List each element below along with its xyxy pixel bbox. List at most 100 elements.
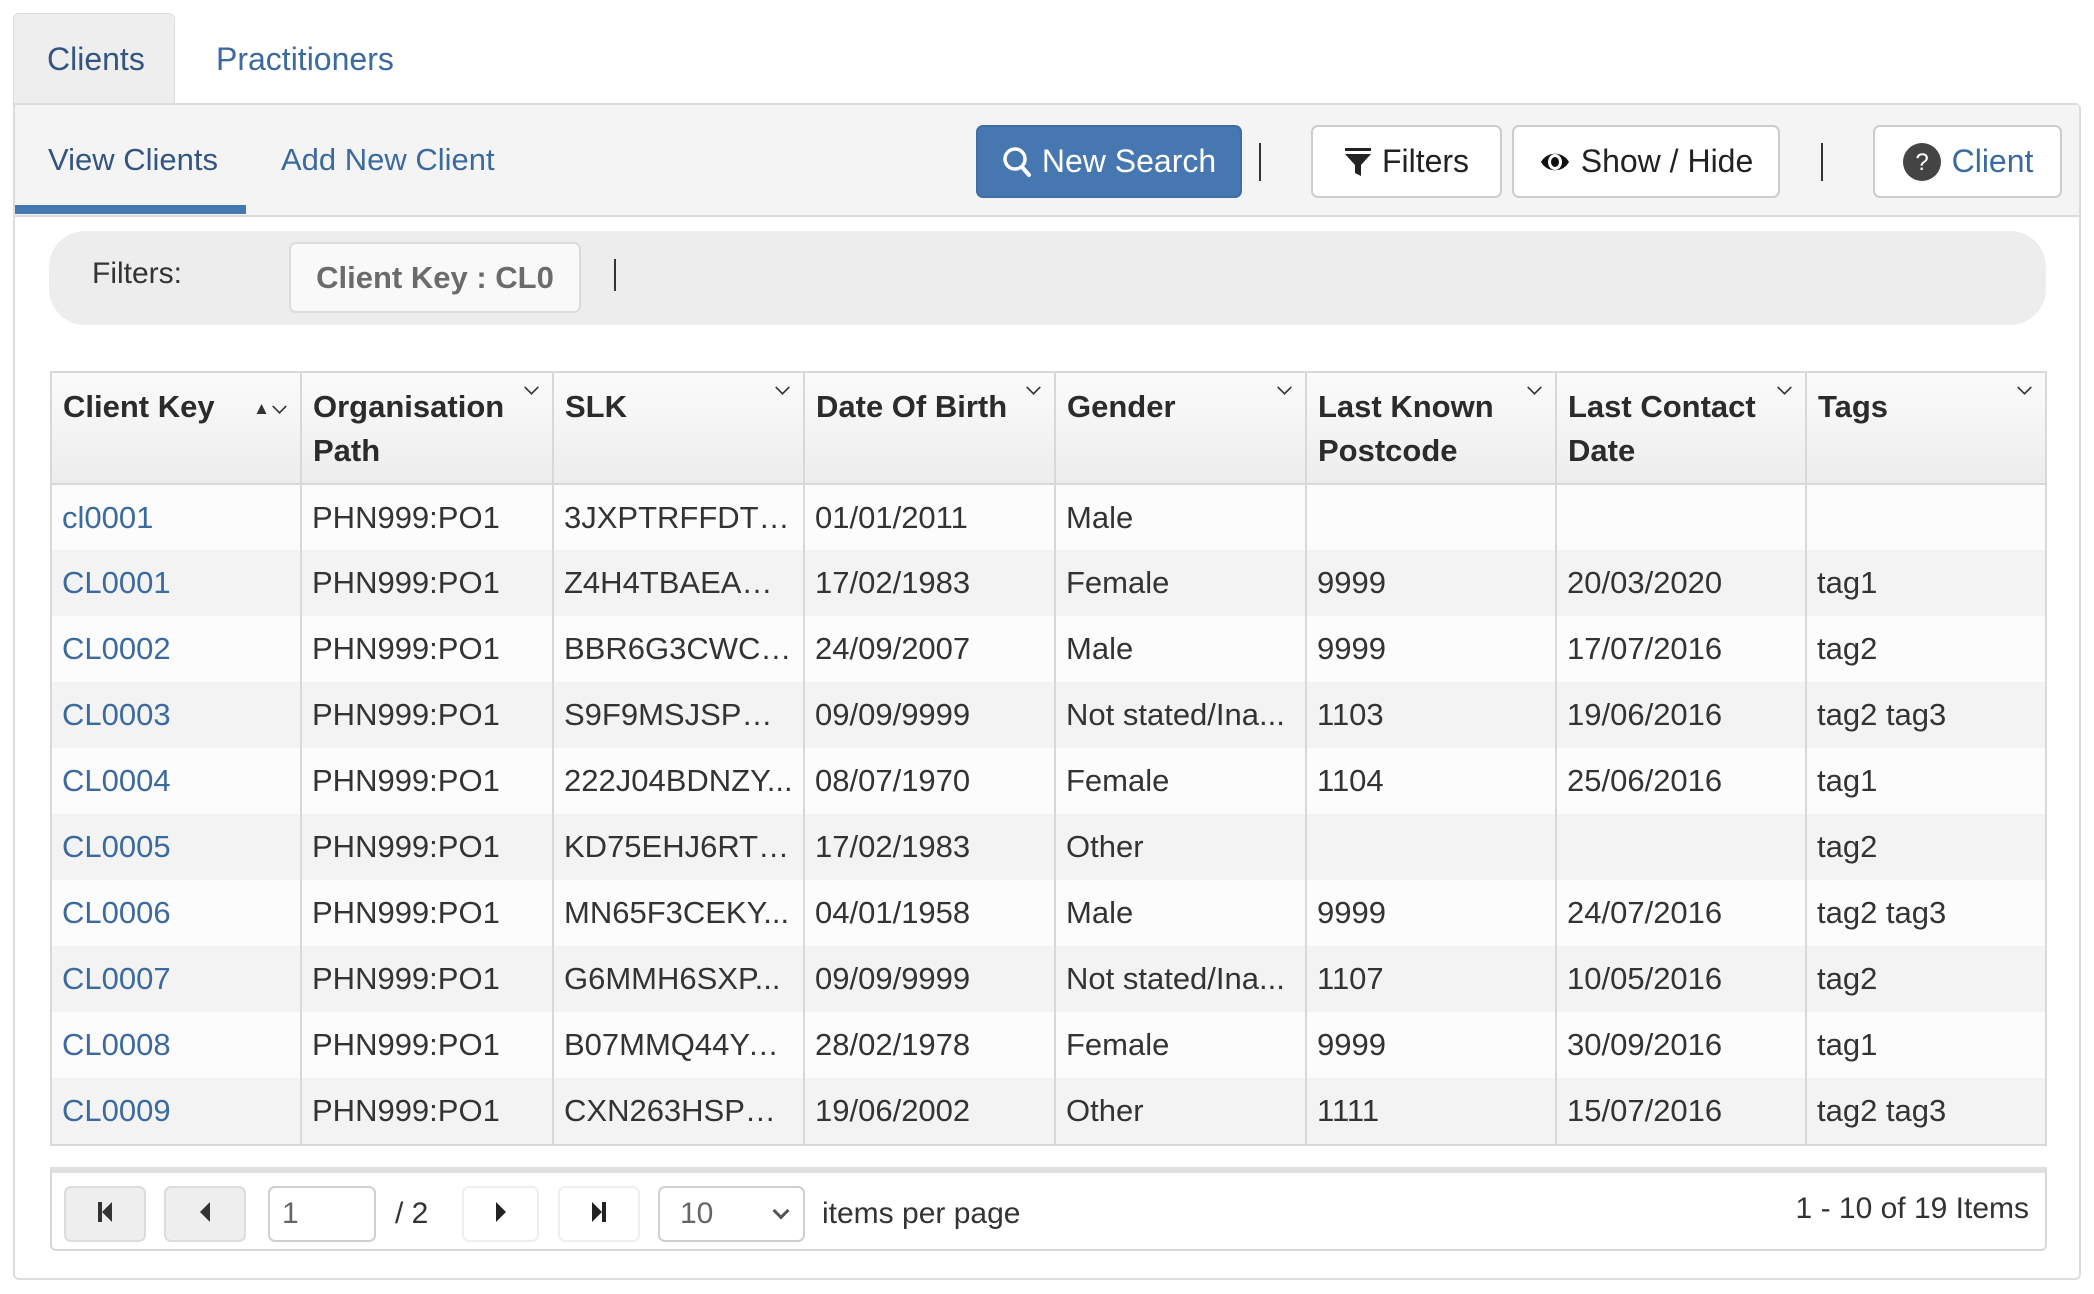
client-key-link[interactable]: CL0006 xyxy=(62,895,171,930)
chevron-down-icon[interactable] xyxy=(1777,380,1792,395)
first-page-icon xyxy=(96,1200,114,1229)
column-header-tags[interactable]: Tags xyxy=(1806,373,2045,485)
table-row[interactable]: CL0003 PHN999:PO1 S9F9MSJSPKP... 09/09/9999… xyxy=(52,682,2045,748)
cell-organisation-path: PHN999:PO1 xyxy=(301,1078,554,1144)
cell-gender: Female xyxy=(1055,550,1307,616)
subtab-add-new-client[interactable]: Add New Client xyxy=(281,105,495,215)
chevron-down-icon[interactable] xyxy=(272,398,287,414)
cell-date-of-birth: 08/07/1970 xyxy=(804,748,1056,814)
column-label: Date Of Birth xyxy=(816,389,1008,424)
table-row[interactable]: CL0009 PHN999:PO1 CXN263HSPM... 19/06/2002 O… xyxy=(52,1078,2045,1144)
chevron-down-icon[interactable] xyxy=(1527,380,1542,395)
cell-tags xyxy=(1806,484,2045,550)
cell-slk: B07MMQ44YA... xyxy=(553,1012,805,1078)
chevron-down-icon[interactable] xyxy=(524,380,539,395)
tab-practitioners[interactable]: Practitioners xyxy=(175,13,436,104)
cell-slk: 3JXPTRFFDT72... xyxy=(553,484,805,550)
last-page-icon xyxy=(590,1200,608,1229)
search-icon xyxy=(1002,146,1032,178)
column-header-gender[interactable]: Gender xyxy=(1055,373,1307,485)
chevron-down-icon[interactable] xyxy=(1026,380,1041,395)
show-hide-button[interactable]: Show / Hide xyxy=(1512,125,1780,198)
column-header-slk[interactable]: SLK xyxy=(553,373,805,485)
filters-button[interactable]: Filters xyxy=(1311,125,1502,198)
cell-last-contact-date: 19/06/2016 xyxy=(1556,682,1807,748)
chevron-down-icon[interactable] xyxy=(775,380,790,395)
cell-gender: Male xyxy=(1055,880,1307,946)
cell-last-contact-date: 10/05/2016 xyxy=(1556,946,1807,1012)
new-search-button[interactable]: New Search xyxy=(976,125,1242,198)
filter-chip-client-key[interactable]: Client Key : CL0 xyxy=(289,242,581,313)
table-row[interactable]: CL0004 PHN999:PO1 222J04BDNZY... 08/07/1970… xyxy=(52,748,2045,814)
sort-controls xyxy=(1777,380,1792,395)
last-page-button[interactable] xyxy=(558,1186,640,1242)
cell-gender: Male xyxy=(1055,616,1307,682)
cell-date-of-birth: 17/02/1983 xyxy=(804,814,1056,880)
total-pages: / 2 xyxy=(395,1197,429,1230)
sort-ascending-icon[interactable]: ▲ xyxy=(253,387,270,431)
cell-postcode xyxy=(1306,484,1557,550)
column-header-last-contact-date[interactable]: Last Contact Date xyxy=(1556,373,1807,485)
next-page-button[interactable] xyxy=(462,1186,539,1242)
cell-postcode: 1107 xyxy=(1306,946,1557,1012)
client-help-button[interactable]: ? Client xyxy=(1873,125,2062,198)
page-number-input[interactable] xyxy=(268,1186,376,1242)
client-key-link[interactable]: CL0008 xyxy=(62,1027,171,1062)
client-key-link[interactable]: CL0003 xyxy=(62,697,171,732)
table-row[interactable]: CL0006 PHN999:PO1 MN65F3CEKY... 04/01/1958 M… xyxy=(52,880,2045,946)
client-key-link[interactable]: CL0004 xyxy=(62,763,171,798)
cell-postcode: 9999 xyxy=(1306,1012,1557,1078)
cell-slk: 222J04BDNZY... xyxy=(553,748,805,814)
column-header-organisation-path[interactable]: Organisation Path xyxy=(301,373,554,485)
cell-last-contact-date: 24/07/2016 xyxy=(1556,880,1807,946)
cell-date-of-birth: 24/09/2007 xyxy=(804,616,1056,682)
table-row[interactable]: CL0001 PHN999:PO1 Z4H4TBAEASY... 17/02/1983… xyxy=(52,550,2045,616)
cell-slk: Z4H4TBAEASY... xyxy=(553,550,805,616)
filter-text-cursor[interactable] xyxy=(614,259,616,291)
table-row[interactable]: CL0008 PHN999:PO1 B07MMQ44YA... 28/02/1978 F… xyxy=(52,1012,2045,1078)
first-page-button[interactable] xyxy=(64,1186,146,1242)
client-help-label: Client xyxy=(1951,143,2034,179)
chevron-down-icon[interactable] xyxy=(1277,380,1292,395)
cell-gender: Not stated/Ina... xyxy=(1055,682,1307,748)
cell-tags: tag1 xyxy=(1806,1012,2045,1078)
column-header-date-of-birth[interactable]: Date Of Birth xyxy=(804,373,1056,485)
table-row[interactable]: CL0007 PHN999:PO1 G6MMH6SXP... 09/09/9999 No… xyxy=(52,946,2045,1012)
column-header-client-key[interactable]: Client Key ▲ xyxy=(52,373,302,485)
previous-page-button[interactable] xyxy=(164,1186,246,1242)
cell-last-contact-date: 30/09/2016 xyxy=(1556,1012,1807,1078)
client-key-link[interactable]: CL0009 xyxy=(62,1093,171,1128)
chevron-down-icon[interactable] xyxy=(2017,380,2032,395)
cell-gender: Male xyxy=(1055,484,1307,550)
column-header-last-known-postcode[interactable]: Last Known Postcode xyxy=(1306,373,1557,485)
next-page-icon xyxy=(492,1200,510,1229)
cell-organisation-path: PHN999:PO1 xyxy=(301,1012,554,1078)
page-size-value: 10 xyxy=(680,1197,714,1230)
table-row[interactable]: CL0002 PHN999:PO1 BBR6G3CWCQ... 24/09/2007 M… xyxy=(52,616,2045,682)
client-key-link[interactable]: CL0007 xyxy=(62,961,171,996)
table-row[interactable]: cl0001 PHN999:PO1 3JXPTRFFDT72... 01/01/201… xyxy=(52,484,2045,550)
client-key-link[interactable]: CL0005 xyxy=(62,829,171,864)
cell-postcode: 9999 xyxy=(1306,616,1557,682)
cell-gender: Other xyxy=(1055,1078,1307,1144)
clients-table: Client Key ▲ Organisation Path SLK Date … xyxy=(52,373,2045,1144)
pager: / 2 10 items per page 1 - 10 of 19 Items xyxy=(50,1167,2047,1251)
cell-slk: S9F9MSJSPKP... xyxy=(553,682,805,748)
cell-client-key: CL0001 xyxy=(52,550,302,616)
tab-clients[interactable]: Clients xyxy=(13,13,175,104)
table-row[interactable]: CL0005 PHN999:PO1 KD75EHJ6RTM... 17/02/1983… xyxy=(52,814,2045,880)
cell-client-key: CL0007 xyxy=(52,946,302,1012)
subtab-view-clients[interactable]: View Clients xyxy=(48,105,218,215)
cell-date-of-birth: 28/02/1978 xyxy=(804,1012,1056,1078)
cell-postcode: 9999 xyxy=(1306,880,1557,946)
top-tabs: Clients Practitioners xyxy=(13,13,436,104)
client-key-link[interactable]: CL0001 xyxy=(62,565,171,600)
cell-tags: tag2 tag3 xyxy=(1806,1078,2045,1144)
client-key-link[interactable]: cl0001 xyxy=(62,500,153,535)
column-label: Gender xyxy=(1067,389,1176,424)
help-icon: ? xyxy=(1902,142,1942,182)
cell-last-contact-date: 20/03/2020 xyxy=(1556,550,1807,616)
client-key-link[interactable]: CL0002 xyxy=(62,631,171,666)
toolbar-separator xyxy=(1821,143,1823,181)
page-size-select[interactable]: 10 xyxy=(658,1186,805,1242)
